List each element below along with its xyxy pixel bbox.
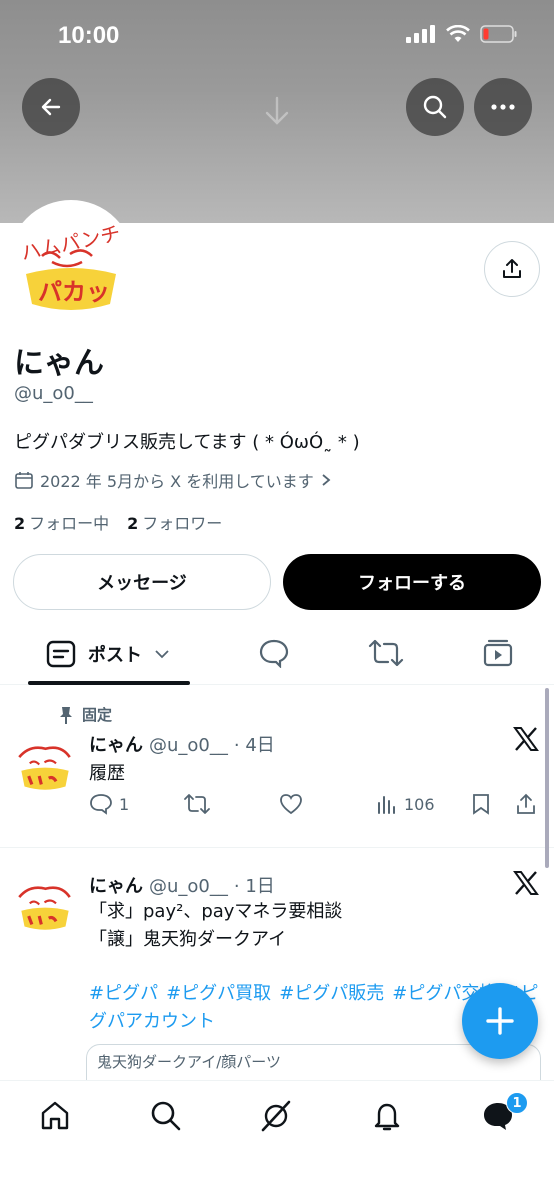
heart-icon xyxy=(280,794,302,815)
following-count: 2 xyxy=(14,514,26,533)
share-post-button[interactable] xyxy=(515,793,537,815)
search-icon xyxy=(423,95,447,119)
profile-handle: @u_o0__ xyxy=(14,383,93,404)
more-options-button[interactable] xyxy=(474,78,532,136)
grok-icon xyxy=(261,1100,291,1132)
joined-date[interactable]: 2022 年 5月から X を利用しています xyxy=(14,468,332,492)
tab-posts-label: ポスト xyxy=(88,645,142,666)
media-video-icon xyxy=(483,639,513,667)
pin-icon xyxy=(60,706,72,724)
tab-replies[interactable] xyxy=(258,638,290,672)
tab-posts[interactable]: ポスト xyxy=(46,640,170,668)
bell-icon xyxy=(374,1103,400,1131)
scrollbar[interactable] xyxy=(545,688,549,868)
repost-button[interactable] xyxy=(184,793,210,815)
views-chart-icon xyxy=(378,796,395,814)
share-icon xyxy=(517,793,535,814)
like-button[interactable] xyxy=(279,793,303,815)
search-button[interactable] xyxy=(406,78,464,136)
followers-link[interactable]: 2 フォロワー xyxy=(127,510,222,534)
post-author-name[interactable]: にゃん xyxy=(89,731,143,757)
views-count: 106 xyxy=(404,794,435,814)
hashtag-link[interactable]: #ピグパ買取 xyxy=(166,983,271,1004)
followers-count: 2 xyxy=(127,514,139,533)
x-logo-icon xyxy=(513,870,539,903)
views-button[interactable]: 106 xyxy=(376,793,435,815)
nav-home[interactable] xyxy=(38,1099,72,1137)
bookmark-button[interactable] xyxy=(471,793,491,815)
hashtag-link[interactable]: #ピグパ販売 xyxy=(279,983,384,1004)
compose-post-button[interactable] xyxy=(462,983,538,1059)
profile-bio: ピグパダブリス販売してます ( * ÓωÓ˷ * ) xyxy=(14,432,360,453)
profile-name: にゃん xyxy=(14,346,104,381)
avatar-illustration: ハムパンチ パカッ xyxy=(12,204,130,322)
follow-stats: 2 フォロー中 2 フォロワー xyxy=(14,510,222,534)
post-item-pinned[interactable]: 固定 にゃん @u_o0__ · 4日 履歴 1 106 xyxy=(0,686,554,848)
avatar-illustration xyxy=(18,746,71,790)
post-author-name[interactable]: にゃん xyxy=(89,872,143,898)
posts-tab-icon xyxy=(46,640,76,668)
follow-button[interactable]: フォローする xyxy=(283,554,541,610)
nav-search[interactable] xyxy=(149,1099,183,1137)
chevron-down-icon xyxy=(155,650,169,659)
nav-grok[interactable] xyxy=(259,1099,293,1137)
back-button[interactable] xyxy=(22,78,80,136)
x-logo-icon xyxy=(513,726,539,759)
post-text-line1: 「求」pay²、payマネラ要相談 xyxy=(89,901,343,922)
avatar-illustration xyxy=(18,886,71,930)
repost-icon xyxy=(184,794,210,814)
post-avatar[interactable] xyxy=(14,874,76,936)
active-tab-indicator xyxy=(28,681,190,685)
share-profile-button[interactable] xyxy=(484,241,540,297)
chevron-right-icon xyxy=(322,474,331,486)
reply-bubble-icon xyxy=(259,639,289,669)
home-icon xyxy=(41,1101,69,1130)
post-author-handle[interactable]: @u_o0__ xyxy=(149,735,228,756)
post-text: 履歴 xyxy=(89,763,125,784)
profile-tabs: ポスト xyxy=(0,622,554,685)
hashtag-link[interactable]: #ピグパ xyxy=(89,983,158,1004)
post-time: · 4日 xyxy=(233,735,275,756)
post-text-line2: 「譲」鬼天狗ダークアイ xyxy=(89,929,287,950)
messages-badge: 1 xyxy=(506,1092,528,1114)
bookmark-icon xyxy=(473,794,489,815)
share-icon xyxy=(503,259,521,278)
post-header: にゃん @u_o0__ · 1日 xyxy=(89,872,275,898)
status-time: 10:00 xyxy=(58,22,120,49)
post-actions: 1 106 xyxy=(89,793,539,821)
arrow-left-icon xyxy=(41,98,61,116)
message-button[interactable]: メッセージ xyxy=(13,554,271,610)
post-header: にゃん @u_o0__ · 4日 xyxy=(89,731,275,757)
plus-icon xyxy=(486,1007,514,1035)
reply-button[interactable]: 1 xyxy=(89,793,129,815)
calendar-icon xyxy=(15,472,33,489)
post-time: · 1日 xyxy=(233,876,275,897)
svg-text:パカッ: パカッ xyxy=(38,278,110,306)
joined-text: 2022 年 5月から X を利用しています xyxy=(40,472,314,491)
card-title: 鬼天狗ダークアイ/顔パーツ xyxy=(97,1053,282,1071)
tab-reposts[interactable] xyxy=(368,638,404,672)
bottom-navigation xyxy=(0,1080,554,1199)
following-label: フォロー中 xyxy=(29,514,110,533)
battery-icon xyxy=(480,25,517,43)
more-dots-icon xyxy=(491,104,515,110)
pinned-indicator: 固定 xyxy=(58,704,112,725)
reply-count: 1 xyxy=(119,794,130,814)
reply-icon xyxy=(90,794,112,815)
post-avatar[interactable] xyxy=(14,734,76,796)
repost-icon xyxy=(368,639,404,667)
tab-media[interactable] xyxy=(482,638,514,672)
profile-avatar[interactable]: ハムパンチ パカッ xyxy=(8,200,134,326)
nav-notifications[interactable] xyxy=(370,1099,404,1137)
status-icons xyxy=(406,24,518,44)
pinned-label: 固定 xyxy=(82,706,113,724)
search-icon xyxy=(151,1101,181,1131)
wifi-icon xyxy=(446,25,470,42)
pull-refresh-arrow-icon xyxy=(263,96,291,130)
signal-icon xyxy=(406,25,435,43)
followers-label: フォロワー xyxy=(142,514,223,533)
following-link[interactable]: 2 フォロー中 xyxy=(14,510,109,534)
post-author-handle[interactable]: @u_o0__ xyxy=(149,876,228,897)
